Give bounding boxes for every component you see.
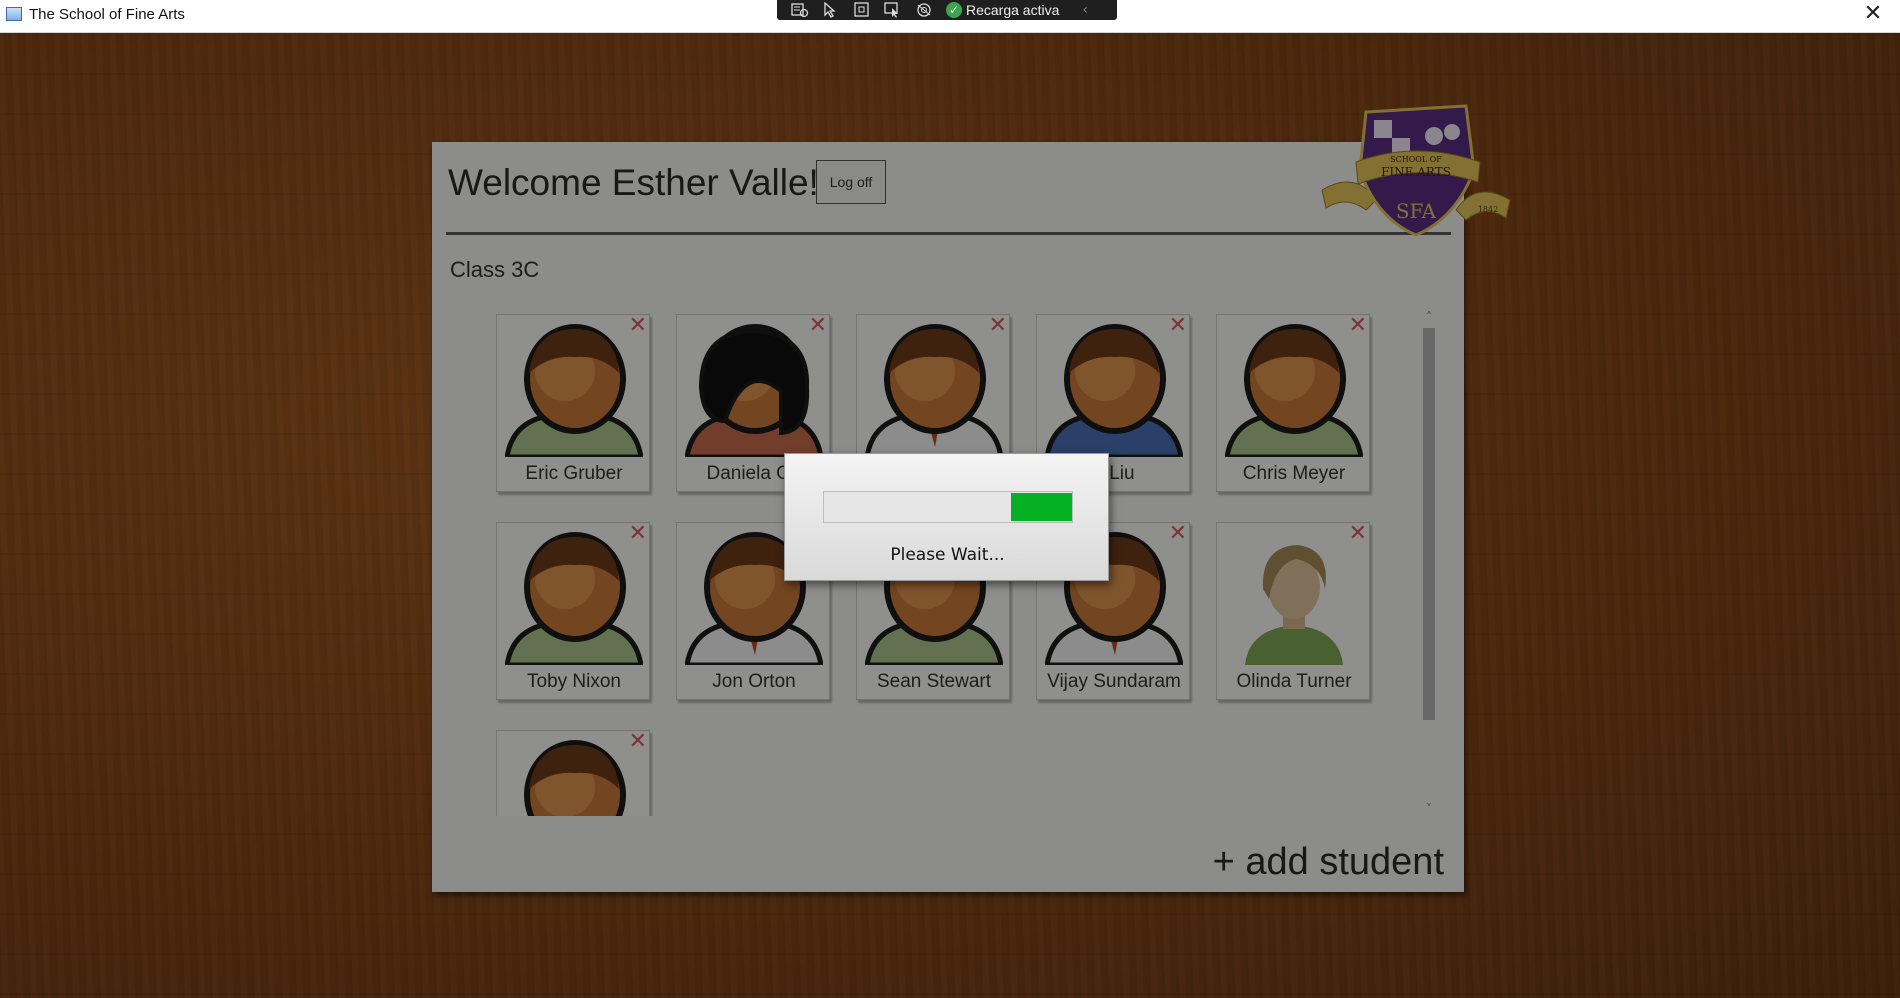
track-focused-element-icon[interactable] xyxy=(884,2,902,18)
hot-reload-status[interactable]: ✓ Recarga activa xyxy=(946,2,1059,18)
progress-indicator xyxy=(1011,493,1072,521)
xaml-runtime-toolbar: ✓ Recarga activa ‹ xyxy=(777,0,1117,20)
collapse-toolbar-button[interactable]: ‹ xyxy=(1082,2,1088,18)
hot-reload-label: Recarga activa xyxy=(966,2,1060,18)
close-window-button[interactable]: ✕ xyxy=(1856,0,1890,28)
window-app-icon xyxy=(6,7,22,21)
loading-dialog: Please Wait... xyxy=(784,453,1109,581)
window-title: The School of Fine Arts xyxy=(29,6,185,23)
select-element-icon[interactable] xyxy=(822,2,840,18)
live-visual-tree-icon[interactable] xyxy=(791,2,809,18)
loading-progress-bar xyxy=(823,491,1073,523)
loading-message: Please Wait... xyxy=(890,545,1005,565)
binding-failures-icon[interactable] xyxy=(915,2,933,18)
display-layout-adorners-icon[interactable] xyxy=(853,2,871,18)
check-icon: ✓ xyxy=(946,2,962,18)
